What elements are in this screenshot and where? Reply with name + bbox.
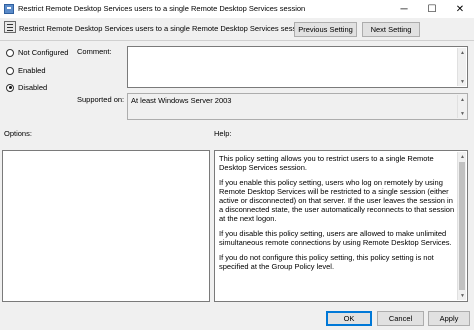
scroll-up-icon[interactable]: ▲ <box>458 48 467 57</box>
help-panel: This policy setting allows you to restri… <box>214 150 468 302</box>
radio-button[interactable] <box>6 83 14 92</box>
window-title: Restrict Remote Desktop Services users t… <box>18 4 306 13</box>
setting-name: Restrict Remote Desktop Services users t… <box>19 24 307 33</box>
options-label: Options: <box>4 129 32 138</box>
header-divider <box>0 40 474 41</box>
scroll-up-icon[interactable]: ▲ <box>458 95 467 104</box>
scroll-down-icon[interactable]: ▼ <box>458 77 467 86</box>
previous-setting-button[interactable]: Previous Setting <box>294 22 357 37</box>
help-paragraph: This policy setting allows you to restri… <box>219 154 434 172</box>
scroll-down-icon[interactable]: ▼ <box>458 109 467 118</box>
radio-label: Enabled <box>18 66 46 75</box>
help-paragraph: If you do not configure this policy sett… <box>219 253 434 271</box>
help-scrollbar[interactable]: ▲ ▼ <box>457 152 466 300</box>
scroll-down-icon[interactable]: ▼ <box>458 291 467 300</box>
cancel-button[interactable]: Cancel <box>377 311 424 326</box>
radio-label: Disabled <box>18 83 48 92</box>
radio-not-configured[interactable]: Not Configured <box>6 48 68 57</box>
supported-scrollbar[interactable]: ▲ ▼ <box>457 95 466 118</box>
scroll-up-icon[interactable]: ▲ <box>458 152 467 161</box>
radio-label: Not Configured <box>18 48 69 57</box>
help-paragraph: If you disable this policy setting, user… <box>219 229 452 247</box>
supported-label: Supported on: <box>77 95 125 104</box>
maximize-button[interactable]: ☐ <box>418 0 446 18</box>
title-bar: Restrict Remote Desktop Services users t… <box>0 0 474 18</box>
help-label: Help: <box>214 129 232 138</box>
next-setting-button[interactable]: Next Setting <box>362 22 420 37</box>
radio-button[interactable] <box>6 48 14 57</box>
policy-document-icon <box>4 21 16 33</box>
supported-field: At least Windows Server 2003 ▲ ▼ <box>127 93 468 120</box>
radio-button[interactable] <box>6 66 14 75</box>
supported-value: At least Windows Server 2003 <box>131 96 232 105</box>
comment-label: Comment: <box>77 47 112 56</box>
apply-button[interactable]: Apply <box>428 311 470 326</box>
minimize-button[interactable]: ─ <box>390 0 418 18</box>
scroll-thumb[interactable] <box>459 162 465 290</box>
close-button[interactable]: ✕ <box>446 0 474 18</box>
radio-disabled[interactable]: Disabled <box>6 83 47 92</box>
help-paragraph: If you enable this policy setting, users… <box>219 178 455 223</box>
options-panel <box>2 150 210 302</box>
policy-settings-icon <box>4 4 14 14</box>
comment-scrollbar[interactable]: ▲ ▼ <box>457 48 466 86</box>
radio-enabled[interactable]: Enabled <box>6 66 46 75</box>
comment-field[interactable]: ▲ ▼ <box>127 46 468 88</box>
help-text: This policy setting allows you to restri… <box>219 154 459 277</box>
ok-button[interactable]: OK <box>326 311 372 326</box>
